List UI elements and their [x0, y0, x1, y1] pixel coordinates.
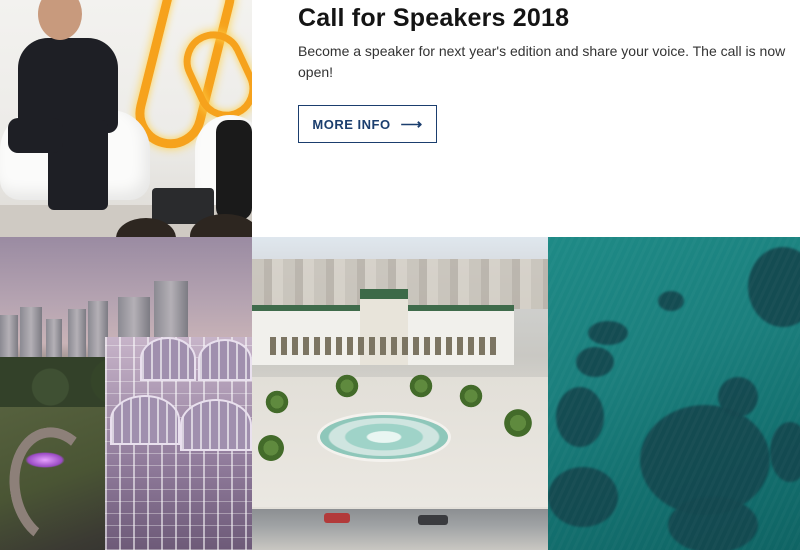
section-description: Become a speaker for next year's edition… [298, 43, 786, 80]
speaker-photo [0, 0, 252, 237]
more-info-label: MORE INFO [312, 116, 391, 132]
plaza-photo [252, 237, 548, 550]
city-greenhouse-photo [0, 237, 252, 550]
arrow-right-icon: ⟶ [400, 115, 423, 133]
more-info-button[interactable]: MORE INFO ⟶ [298, 105, 437, 143]
ocean-aerial-photo [548, 237, 800, 550]
section-title: Call for Speakers 2018 [298, 4, 570, 32]
